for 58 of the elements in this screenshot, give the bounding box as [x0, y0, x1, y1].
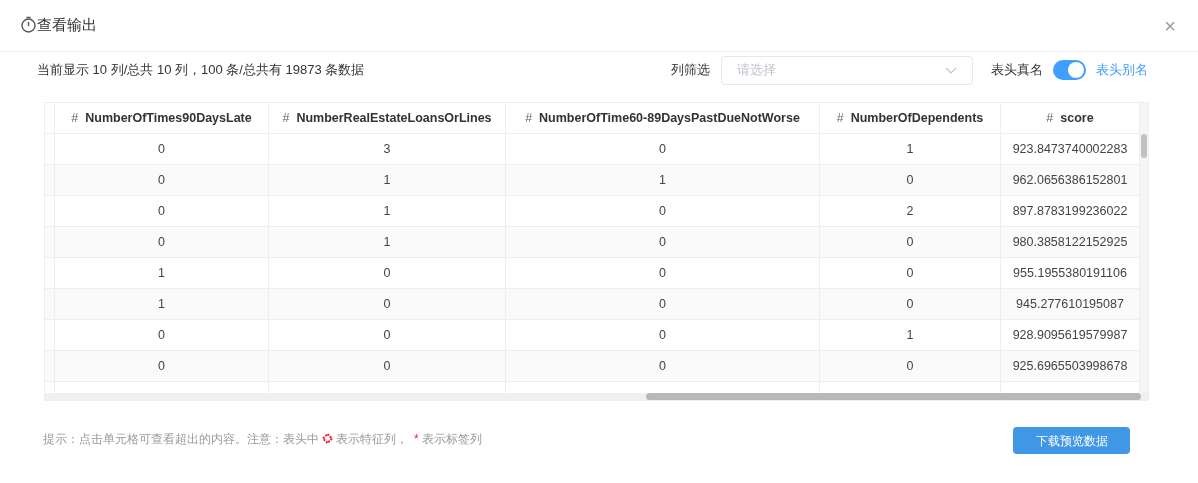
- type-mark: #: [1046, 109, 1054, 127]
- table-cell[interactable]: 0: [506, 196, 820, 226]
- table-cell[interactable]: 0: [506, 258, 820, 288]
- table-cell[interactable]: 1: [55, 289, 269, 319]
- table-cell[interactable]: 0: [269, 320, 506, 350]
- table-cell[interactable]: 0: [269, 351, 506, 381]
- column-header[interactable]: NumberOfTimes90DaysLate: [85, 108, 252, 128]
- column-header[interactable]: NumberOfDependents: [850, 108, 984, 128]
- column-header[interactable]: score: [1060, 108, 1094, 128]
- hint-text: 表示标签列: [421, 430, 482, 448]
- type-mark: #: [71, 109, 79, 127]
- table-cell[interactable]: 0: [55, 165, 269, 195]
- horizontal-scrollbar[interactable]: [45, 393, 1148, 400]
- dialog-title: 查看输出: [37, 15, 97, 36]
- diamond-icon: [322, 433, 333, 444]
- table-cell[interactable]: 0: [506, 320, 820, 350]
- chevron-down-icon: [945, 66, 957, 74]
- table-cell[interactable]: 0: [55, 227, 269, 257]
- hint-text: 提示：点击单元格可查看超出的内容。注意：表头中: [43, 430, 319, 448]
- timer-icon: [20, 16, 37, 33]
- toggle-label: 表头真名: [991, 61, 1043, 80]
- table-cell[interactable]: 1: [820, 320, 1001, 350]
- table-cell[interactable]: 0: [820, 227, 1001, 257]
- table-cell[interactable]: 2: [820, 196, 1001, 226]
- table-cell[interactable]: 0: [506, 227, 820, 257]
- table-cell[interactable]: 0: [55, 320, 269, 350]
- table-cell[interactable]: 1: [55, 258, 269, 288]
- table-cell[interactable]: 1: [269, 165, 506, 195]
- table-cell[interactable]: 0: [55, 351, 269, 381]
- table-cell[interactable]: 0: [506, 289, 820, 319]
- header-toggle[interactable]: [1053, 60, 1086, 80]
- table-cell[interactable]: 0: [55, 196, 269, 226]
- select-placeholder: 请选择: [737, 61, 776, 80]
- table-cell[interactable]: 0: [506, 134, 820, 164]
- column-header[interactable]: NumberRealEstateLoansOrLines: [296, 108, 492, 128]
- type-mark: #: [282, 109, 290, 127]
- table-cell[interactable]: 0: [820, 258, 1001, 288]
- table-cell[interactable]: 3: [269, 134, 506, 164]
- hint-text: 表示特征列，: [336, 430, 408, 448]
- table-cell[interactable]: 0: [820, 351, 1001, 381]
- table-cell[interactable]: 0: [820, 289, 1001, 319]
- label-column-mark: *: [414, 430, 419, 448]
- table-cell[interactable]: 0: [506, 351, 820, 381]
- table-cell[interactable]: 0: [55, 134, 269, 164]
- table-cell[interactable]: 1: [269, 196, 506, 226]
- column-header[interactable]: NumberOfTime60-89DaysPastDueNotWorse: [539, 108, 800, 128]
- type-mark: #: [525, 109, 533, 127]
- table-cell[interactable]: 1: [269, 227, 506, 257]
- table-cell[interactable]: 0: [269, 289, 506, 319]
- summary-text: 当前显示 10 列/总共 10 列，100 条/总共有 19873 条数据: [37, 61, 365, 80]
- table-cell[interactable]: 0: [269, 258, 506, 288]
- toggle-label: 表头别名: [1096, 61, 1148, 80]
- table-cell[interactable]: 0: [820, 165, 1001, 195]
- filter-label: 列筛选: [671, 61, 710, 80]
- type-mark: #: [836, 109, 844, 127]
- table-cell[interactable]: 1: [820, 134, 1001, 164]
- vertical-scrollbar[interactable]: [1140, 103, 1148, 395]
- table-cell[interactable]: 1: [506, 165, 820, 195]
